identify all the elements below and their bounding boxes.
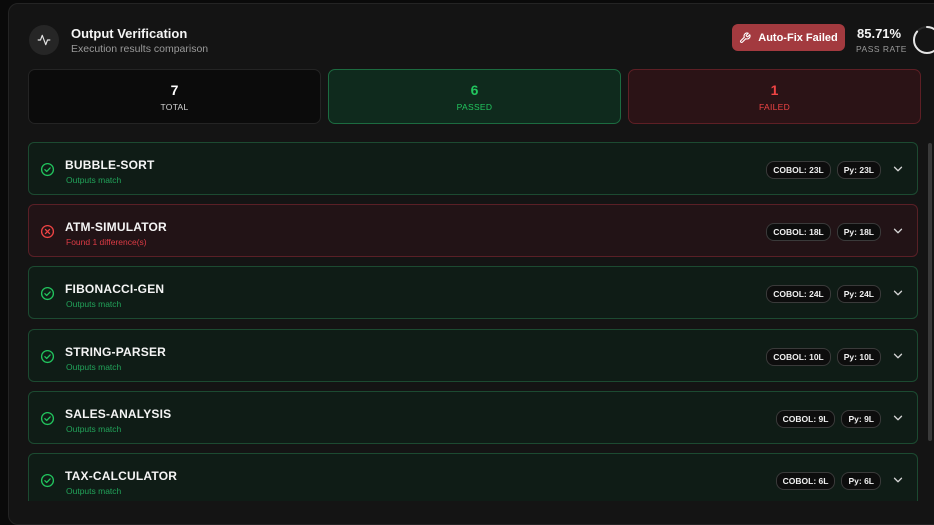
scrollbar-thumb[interactable]: [928, 143, 932, 441]
auto-fix-button[interactable]: Auto-Fix Failed: [732, 24, 845, 51]
activity-icon: [29, 25, 59, 55]
line-count-badges: COBOL: 6L Py: 6L: [775, 472, 881, 490]
stat-total: 7 TOTAL: [28, 69, 321, 124]
chevron-down-icon[interactable]: [891, 224, 905, 238]
result-row[interactable]: TAX-CALCULATOR Outputs match COBOL: 6L Py: …: [28, 453, 918, 501]
results-list[interactable]: BUBBLE-SORT Outputs match COBOL: 23L Py: 23…: [28, 138, 921, 501]
verification-panel: Output Verification Execution results co…: [8, 3, 934, 525]
cobol-lines-badge: COBOL: 23L: [766, 161, 831, 179]
python-lines-badge: Py: 6L: [841, 472, 881, 490]
check-circle-icon: [40, 411, 55, 426]
stat-total-value: 7: [170, 81, 179, 98]
check-circle-icon: [40, 473, 55, 488]
chevron-down-icon[interactable]: [891, 473, 905, 487]
pass-rate-value: 85.71%: [857, 26, 902, 41]
result-name: BUBBLE-SORT: [65, 158, 155, 172]
pass-rate-ring: [913, 26, 934, 54]
result-row[interactable]: ATM-SIMULATOR Found 1 difference(s) COBOL:…: [28, 204, 918, 258]
result-message: Outputs match: [66, 486, 122, 496]
stat-passed-value: 6: [470, 81, 479, 98]
python-lines-badge: Py: 9L: [841, 409, 881, 428]
result-message: Outputs match: [66, 175, 122, 185]
auto-fix-label: Auto-Fix Failed: [758, 31, 838, 44]
check-circle-icon: [40, 349, 55, 364]
cobol-lines-badge: COBOL: 18L: [766, 223, 831, 242]
pass-rate-label: PASS RATE: [856, 44, 907, 54]
chevron-down-icon[interactable]: [891, 349, 905, 363]
cobol-lines-badge: COBOL: 9L: [775, 409, 836, 428]
python-lines-badge: Py: 24L: [836, 285, 881, 304]
chevron-down-icon[interactable]: [891, 286, 905, 300]
cobol-lines-badge: COBOL: 10L: [766, 347, 831, 366]
result-message: Outputs match: [66, 423, 122, 434]
stat-failed: 1 FAILED: [628, 69, 921, 124]
check-circle-icon: [40, 162, 55, 177]
stat-failed-value: 1: [770, 81, 779, 98]
result-row[interactable]: FIBONACCI-GEN Outputs match COBOL: 24L Py: …: [28, 266, 918, 320]
cobol-lines-badge: COBOL: 24L: [766, 285, 831, 304]
panel-subtitle: Execution results comparison: [71, 43, 209, 55]
check-circle-icon: [40, 286, 55, 301]
x-circle-icon: [40, 224, 55, 239]
stat-passed: 6 PASSED: [328, 69, 621, 124]
result-name: ATM-SIMULATOR: [65, 220, 167, 235]
result-row[interactable]: SALES-ANALYSIS Outputs match COBOL: 9L Py: …: [28, 390, 918, 444]
line-count-badges: COBOL: 24L Py: 24L: [766, 285, 881, 304]
stat-failed-label: FAILED: [758, 101, 791, 112]
result-name: SALES-ANALYSIS: [65, 406, 172, 421]
line-count-badges: COBOL: 10L Py: 10L: [766, 347, 881, 366]
result-message: Outputs match: [66, 299, 122, 310]
line-count-badges: COBOL: 18L Py: 18L: [766, 223, 881, 242]
panel-title: Output Verification: [71, 26, 188, 41]
panel-header: Output Verification Execution results co…: [29, 22, 934, 62]
result-message: Found 1 difference(s): [66, 237, 147, 248]
stat-total-label: TOTAL: [160, 101, 189, 112]
python-lines-badge: Py: 10L: [836, 347, 881, 366]
result-name: STRING-PARSER: [65, 344, 167, 359]
wrench-icon: [740, 31, 751, 43]
line-count-badges: COBOL: 23L Py: 23L: [766, 161, 881, 179]
stat-passed-label: PASSED: [456, 101, 493, 112]
result-message: Outputs match: [66, 361, 122, 372]
result-name: FIBONACCI-GEN: [65, 282, 165, 297]
chevron-down-icon[interactable]: [891, 411, 905, 425]
line-count-badges: COBOL: 9L Py: 9L: [775, 409, 881, 428]
chevron-down-icon[interactable]: [891, 162, 905, 176]
cobol-lines-badge: COBOL: 6L: [775, 472, 836, 490]
result-row[interactable]: STRING-PARSER Outputs match COBOL: 10L Py: …: [28, 328, 918, 382]
python-lines-badge: Py: 18L: [836, 223, 881, 242]
python-lines-badge: Py: 23L: [836, 161, 881, 179]
result-row[interactable]: BUBBLE-SORT Outputs match COBOL: 23L Py: 23…: [28, 142, 918, 195]
result-name: TAX-CALCULATOR: [65, 469, 178, 483]
